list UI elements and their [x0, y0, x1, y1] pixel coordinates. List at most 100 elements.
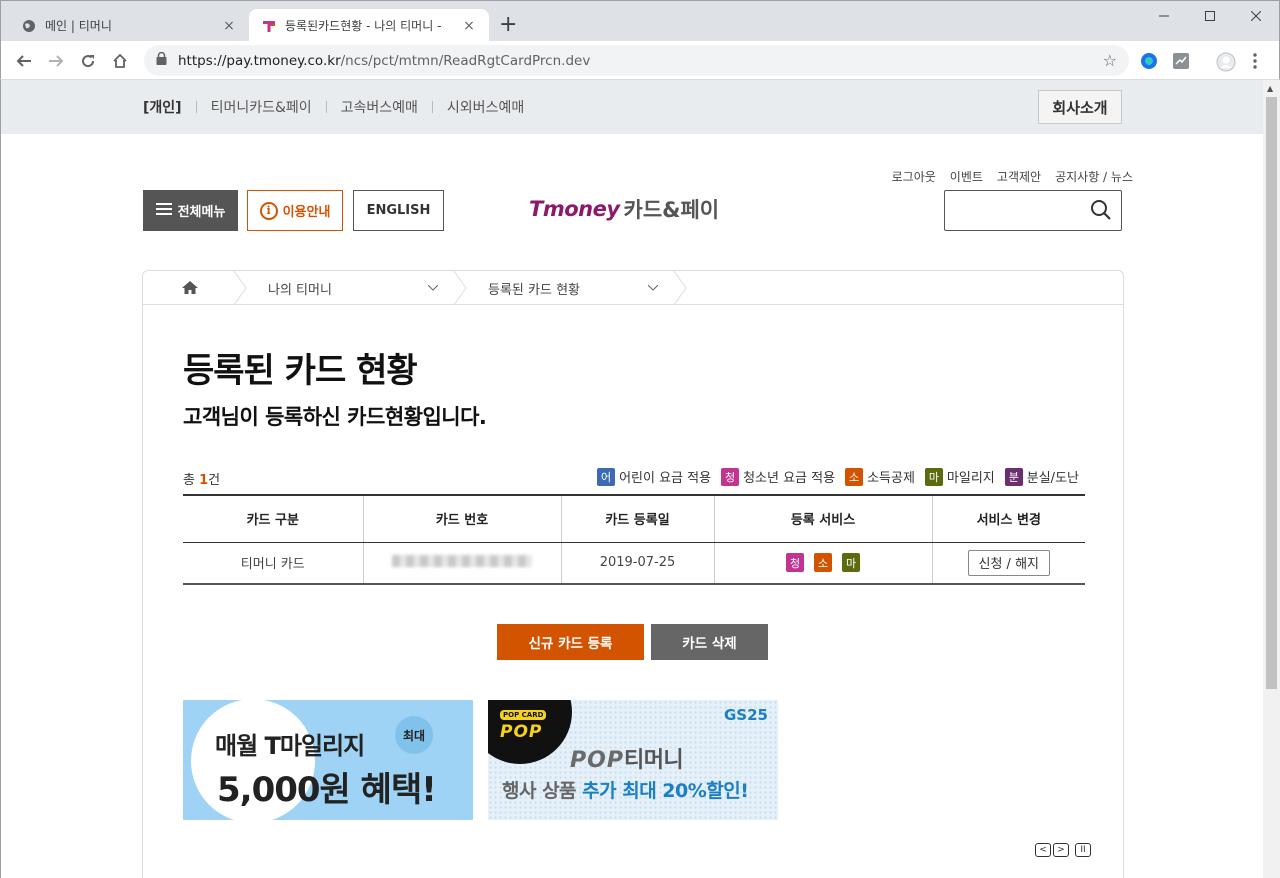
- legend-item-child: 어 어린이 요금 적용: [597, 467, 711, 486]
- minimize-icon[interactable]: [1141, 1, 1187, 31]
- home-icon[interactable]: [181, 280, 199, 299]
- tmoney-favicon-icon: [261, 18, 277, 34]
- page-subtitle: 고객님이 등록하신 카드현황입니다.: [183, 405, 487, 429]
- slider-prev-button[interactable]: <: [1035, 843, 1051, 857]
- info-icon: i: [259, 201, 278, 220]
- mileage-promo-banner[interactable]: 매월 T마일리지 5,000원 혜택! 최대: [183, 700, 473, 820]
- scrollbar-thumb[interactable]: [1266, 97, 1277, 689]
- table-row: 티머니 카드 2019-07-25 청 소 마 신청 / 해지: [183, 542, 1085, 585]
- total-prefix: 총: [183, 473, 200, 488]
- notice-news-link[interactable]: 공지사항 / 뉴스: [1055, 168, 1133, 185]
- banner-bubble: 최대: [395, 716, 433, 754]
- usage-guide-label: 이용안내: [282, 205, 331, 220]
- pop-tmoney-promo-banner[interactable]: POP CARD POP GS25 POP티머니 행사 상품 추가 최대 20%…: [488, 700, 778, 820]
- address-bar[interactable]: https://pay.tmoney.co.kr/ncs/pct/mtmn/Re…: [144, 45, 1129, 76]
- close-icon[interactable]: ×: [461, 18, 477, 34]
- register-new-card-button[interactable]: 신규 카드 등록: [497, 624, 644, 660]
- tab-title: 메인 | 티머니: [45, 19, 112, 33]
- banner-subtitle: 행사 상품 추가 최대 20%할인!: [502, 776, 749, 803]
- extension-chart-icon[interactable]: [1172, 52, 1190, 70]
- registered-date-cell: 2019-07-25: [560, 542, 714, 585]
- close-icon[interactable]: ×: [221, 18, 237, 34]
- new-tab-button[interactable]: +: [499, 13, 517, 37]
- legend-label: 마일리지: [946, 471, 995, 486]
- col-card-number: 카드 번호: [362, 494, 561, 543]
- home-icon[interactable]: [109, 50, 131, 72]
- profile-avatar-icon[interactable]: [1216, 52, 1236, 72]
- global-nav-links: [개인] 티머니카드&페이 고속버스예매 시외버스예매: [143, 97, 538, 117]
- tab-strip: 메인 | 티머니 × 등록된카드현황 - 나의 티머니 - × +: [0, 0, 1280, 42]
- breadcrumb-registered-cards[interactable]: 등록된 카드 현황: [488, 271, 580, 305]
- close-window-icon[interactable]: [1233, 1, 1279, 31]
- col-registered-date: 카드 등록일: [560, 494, 714, 543]
- tax-deduction-badge: 소: [845, 467, 864, 486]
- card-table: 카드 구분 카드 번호 카드 등록일 등록 서비스 서비스 변경 티머니 카드 …: [183, 494, 1085, 585]
- lock-icon: [156, 51, 170, 69]
- english-button[interactable]: ENGLISH: [353, 190, 444, 231]
- logo-subtitle: 카드&페이: [623, 198, 720, 222]
- legend-label: 어린이 요금 적용: [619, 471, 712, 486]
- reload-icon[interactable]: [77, 50, 99, 72]
- forward-arrow-icon[interactable]: [45, 50, 67, 72]
- vertical-scrollbar[interactable]: ▲: [1263, 80, 1280, 878]
- url-path: /ncs/pct/mtmn/ReadRgtCardPrcn.dev: [340, 52, 591, 69]
- change-service-cell: 신청 / 해지: [931, 542, 1085, 585]
- all-menu-button[interactable]: 전체메뉴: [143, 190, 238, 231]
- lost-stolen-badge: 분: [1004, 467, 1023, 486]
- scroll-up-icon[interactable]: ▲: [1267, 84, 1273, 93]
- gnb-link-tmoney-card-pay[interactable]: 티머니카드&페이: [197, 97, 326, 117]
- legend-label: 분실/도난: [1026, 471, 1079, 486]
- tab-title: 등록된카드현황 - 나의 티머니 -: [285, 19, 442, 33]
- globe-icon: [21, 18, 37, 34]
- mileage-badge: 마: [924, 467, 943, 486]
- back-arrow-icon[interactable]: [13, 50, 35, 72]
- service-legend: 어 어린이 요금 적용 청 청소년 요금 적용 소 소득공제 마 마일리지 분: [593, 467, 1079, 486]
- pop-logo: POP: [500, 722, 543, 742]
- content-panel: 나의 티머니 등록된 카드 현황 등록된 카드 현황 고객님이 등록하신 카드현…: [142, 270, 1124, 878]
- customer-proposal-link[interactable]: 고객제안: [997, 168, 1041, 185]
- breadcrumb: 나의 티머니 등록된 카드 현황: [143, 271, 1123, 305]
- breadcrumb-my-tmoney[interactable]: 나의 티머니: [268, 271, 332, 305]
- event-link[interactable]: 이벤트: [950, 168, 983, 185]
- search-icon[interactable]: [1090, 199, 1112, 225]
- url-host: https://pay.tmoney.co.kr: [178, 52, 341, 69]
- banner-title-pop: POP: [570, 748, 624, 773]
- usage-guide-button[interactable]: i 이용안내: [247, 190, 343, 231]
- total-suffix: 건: [208, 473, 221, 488]
- legend-item-mileage: 마 마일리지: [924, 467, 995, 486]
- banner-title-tmoney: 티머니: [623, 748, 684, 773]
- apply-cancel-button[interactable]: 신청 / 해지: [967, 549, 1050, 576]
- legend-item-youth: 청 청소년 요금 적용: [721, 467, 835, 486]
- utility-links: 로그아웃 이벤트 고객제안 공지사항 / 뉴스: [892, 168, 1133, 185]
- slider-next-button[interactable]: >: [1053, 843, 1069, 857]
- logout-link[interactable]: 로그아웃: [892, 168, 936, 185]
- banner-sub-b: 추가 최대 20%할인!: [582, 780, 749, 802]
- delete-card-button[interactable]: 카드 삭제: [651, 624, 768, 660]
- chevron-down-icon[interactable]: [647, 283, 659, 294]
- gnb-link-personal[interactable]: [개인]: [143, 97, 196, 117]
- slider-pause-button[interactable]: II: [1075, 843, 1091, 857]
- global-nav-bar: [개인] 티머니카드&페이 고속버스예매 시외버스예매 회사소개: [1, 80, 1264, 134]
- card-type-cell: 티머니 카드: [183, 542, 363, 585]
- browser-window: 메인 | 티머니 × 등록된카드현황 - 나의 티머니 - × + https:…: [0, 0, 1280, 878]
- tab-main[interactable]: 메인 | 티머니 ×: [9, 9, 249, 42]
- banner-title: POP티머니: [570, 742, 684, 774]
- tab-card-status[interactable]: 등록된카드현황 - 나의 티머니 - ×: [249, 9, 489, 42]
- maximize-icon[interactable]: [1187, 1, 1233, 31]
- chevron-down-icon[interactable]: [427, 283, 439, 294]
- bookmark-star-icon[interactable]: ☆: [1103, 51, 1117, 70]
- total-count: 총 1건: [183, 469, 220, 488]
- search-input[interactable]: [944, 190, 1122, 231]
- total-number: 1: [199, 473, 209, 488]
- gnb-link-express-bus[interactable]: 고속버스예매: [327, 97, 432, 117]
- services-cell: 청 소 마: [713, 542, 932, 585]
- col-change-service: 서비스 변경: [931, 494, 1085, 543]
- col-card-type: 카드 구분: [183, 494, 363, 543]
- banner-line2: 5,000원 혜택!: [217, 770, 437, 810]
- window-controls: [1141, 1, 1279, 31]
- gnb-link-intercity-bus[interactable]: 시외버스예매: [433, 97, 538, 117]
- kebab-menu-icon[interactable]: [1252, 52, 1270, 70]
- tmoney-logo[interactable]: Tmoney 카드&페이: [529, 194, 719, 224]
- company-intro-button[interactable]: 회사소개: [1038, 90, 1122, 124]
- extension-icon[interactable]: [1140, 52, 1158, 70]
